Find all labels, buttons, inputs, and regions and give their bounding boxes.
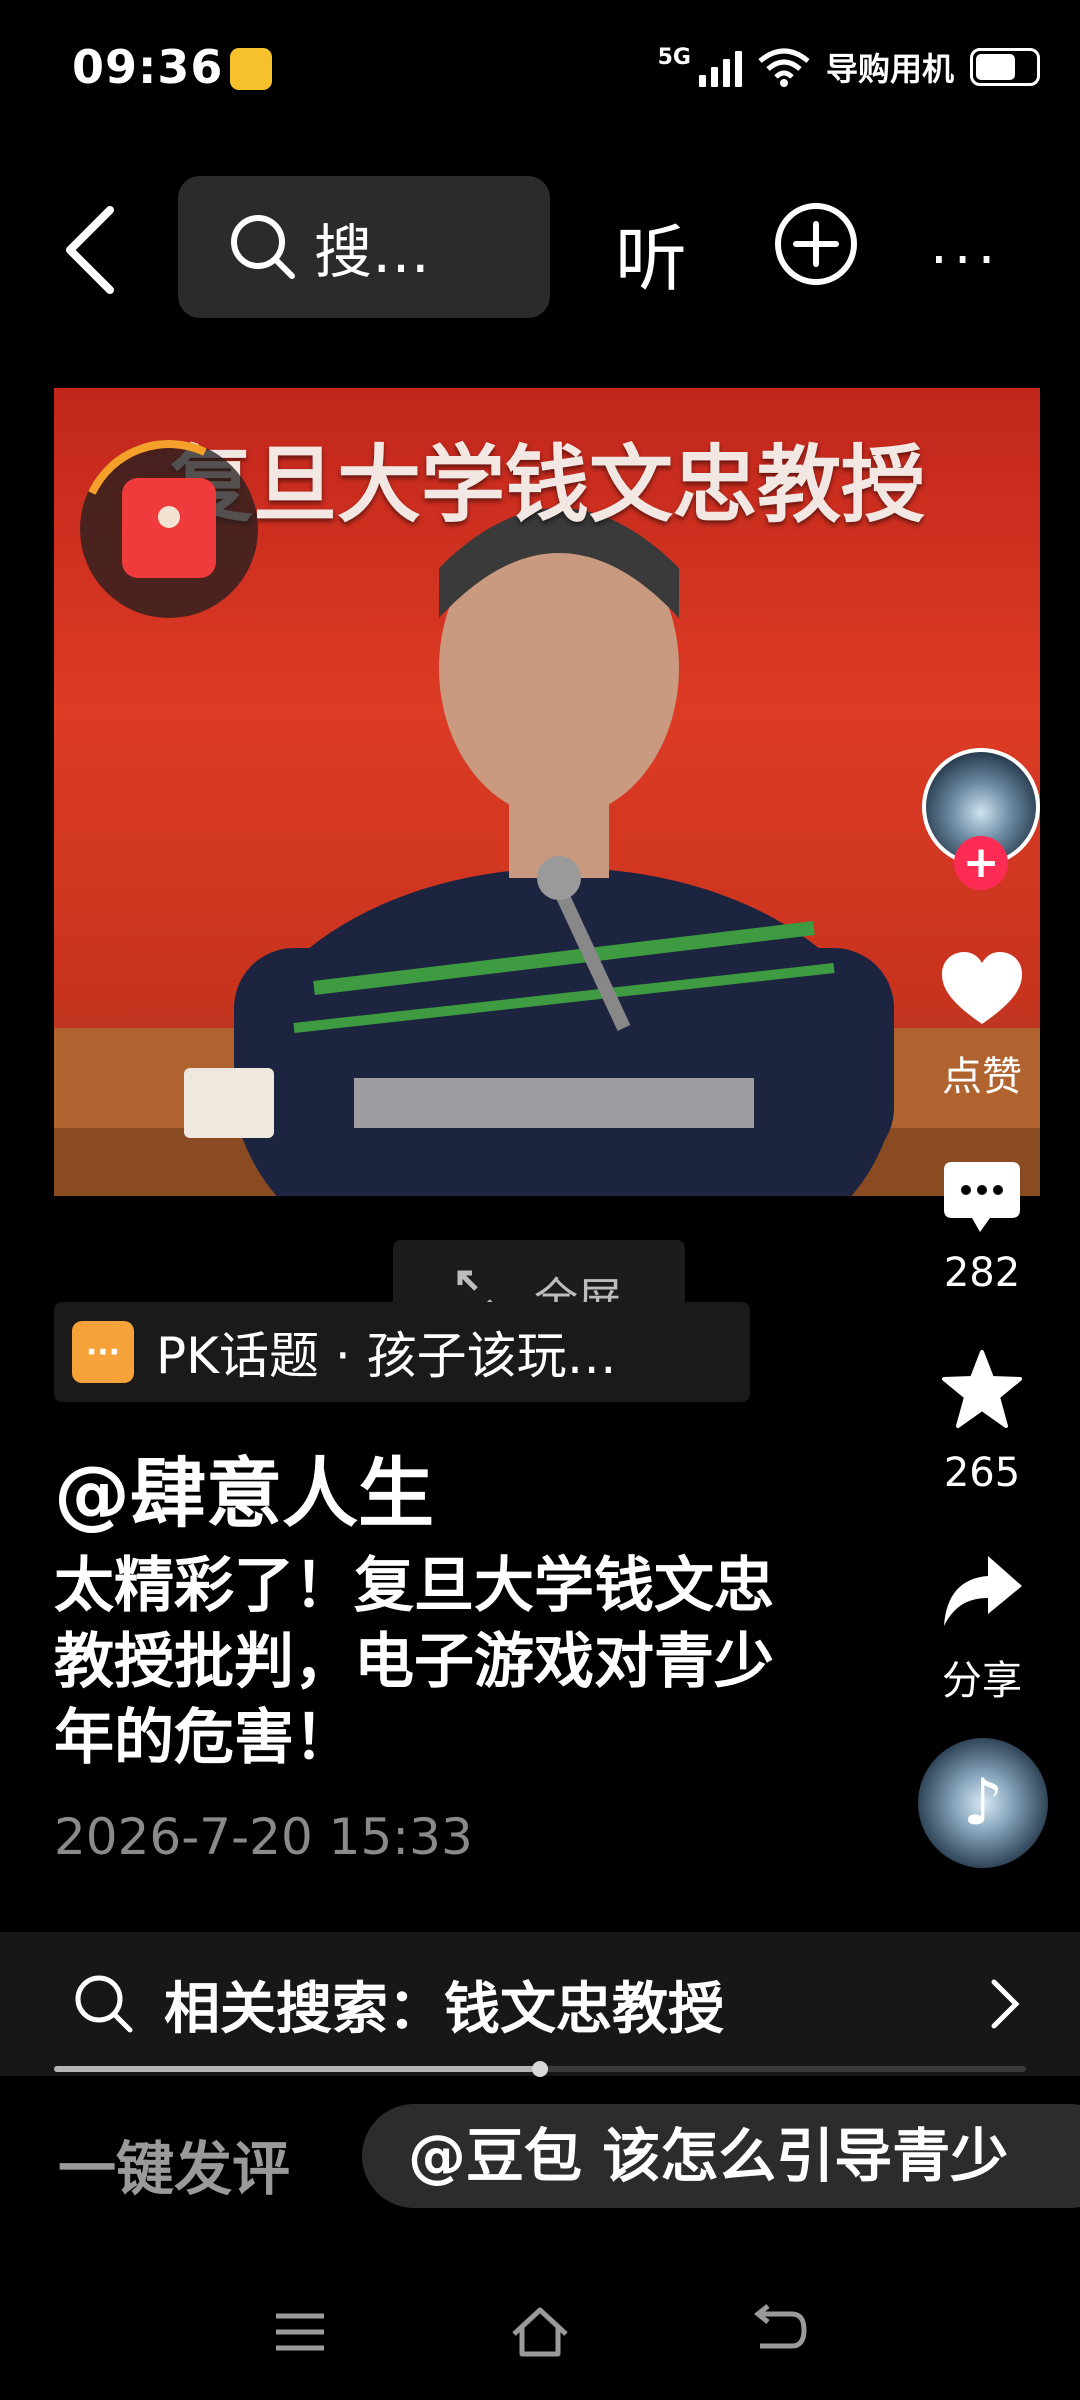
share-label: 分享	[942, 1658, 1022, 1704]
author-name[interactable]: @肆意人生	[54, 1432, 434, 1542]
related-search-label: 相关搜索：钱文忠教授	[164, 1976, 724, 2042]
share-icon[interactable]	[940, 1550, 1024, 1634]
network-type: 5G	[657, 44, 691, 70]
listen-button[interactable]: 听	[615, 200, 687, 305]
search-text: 搜…	[314, 218, 431, 286]
playback-progress[interactable]	[54, 2061, 1026, 2077]
status-time: 09:36	[72, 40, 224, 94]
like-label: 点赞	[942, 1054, 1022, 1100]
music-note-icon: ♪	[962, 1766, 1004, 1840]
topic-label: PK话题 · 孩子该玩…	[156, 1327, 617, 1385]
star-icon[interactable]	[940, 1348, 1024, 1432]
menu-icon[interactable]	[268, 2300, 332, 2364]
more-button[interactable]: ···	[930, 228, 1001, 293]
favorite-count: 265	[943, 1450, 1021, 1496]
quick-comment-button[interactable]: 一键发评	[58, 2122, 290, 2206]
progress-fill	[54, 2066, 540, 2072]
comment-icon[interactable]	[940, 1158, 1024, 1242]
post-caption: 太精彩了！复旦大学钱文忠教授批判，电子游戏对青少年的危害！	[54, 1551, 774, 1773]
search-icon	[231, 215, 295, 279]
post-date: 2026-7-20 15:33	[54, 1808, 473, 1866]
battery-level	[976, 54, 1015, 80]
wifi-icon	[758, 48, 810, 87]
plus-circle-icon[interactable]	[772, 200, 860, 288]
ai-prompt-pill[interactable]: @豆包 该怎么引导青少	[362, 2104, 1080, 2208]
follow-button[interactable]: +	[954, 836, 1008, 890]
search-bar[interactable]: 搜…	[178, 176, 550, 318]
status-icons: 5G 导购用机	[658, 44, 1040, 90]
topic-chat-icon: ···	[72, 1321, 134, 1383]
search-icon	[75, 1975, 133, 2033]
hand-badge-icon	[230, 48, 272, 90]
heart-icon[interactable]	[940, 948, 1024, 1032]
signal-icon	[698, 47, 742, 87]
back-arrow-icon[interactable]	[54, 200, 134, 300]
progress-knob[interactable]	[532, 2061, 548, 2077]
home-icon[interactable]	[508, 2300, 572, 2364]
carrier-label: 导购用机	[825, 50, 954, 88]
topic-tag[interactable]: ··· PK话题 · 孩子该玩…	[54, 1302, 750, 1402]
battery-icon	[970, 48, 1040, 86]
red-packet-widget[interactable]	[54, 414, 284, 644]
music-disc[interactable]: ♪	[918, 1738, 1048, 1868]
ai-prompt-text: @豆包 该怎么引导青少	[408, 2122, 1009, 2190]
related-search-bar[interactable]: 相关搜索：钱文忠教授	[0, 1932, 1080, 2076]
chevron-right-icon	[991, 1979, 1020, 2029]
return-icon[interactable]	[748, 2300, 812, 2364]
comment-count: 282	[943, 1250, 1021, 1296]
